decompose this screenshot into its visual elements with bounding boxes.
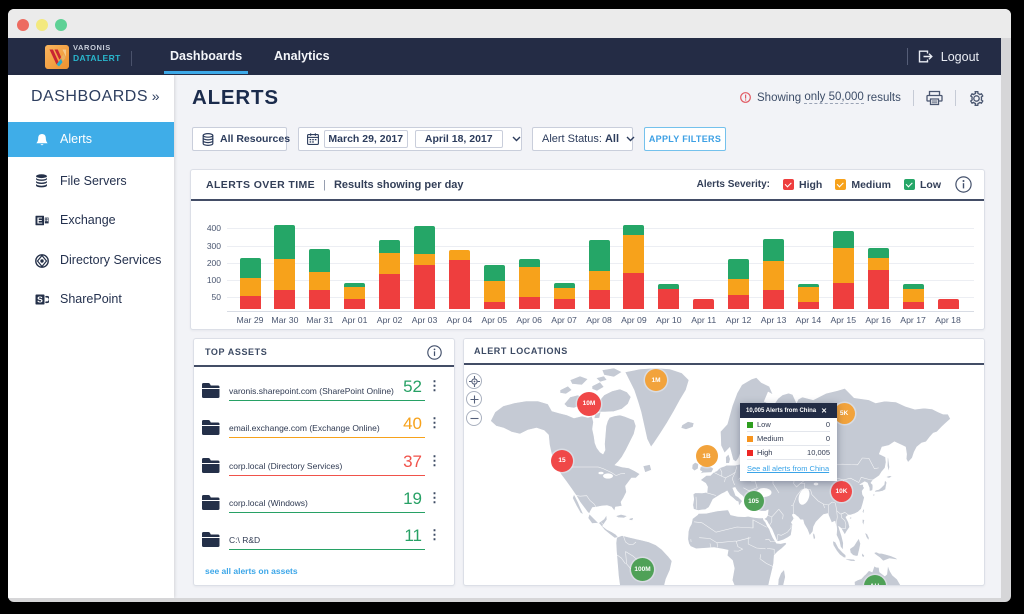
svg-text:S: S [37,294,43,304]
svg-text:E: E [37,215,43,225]
